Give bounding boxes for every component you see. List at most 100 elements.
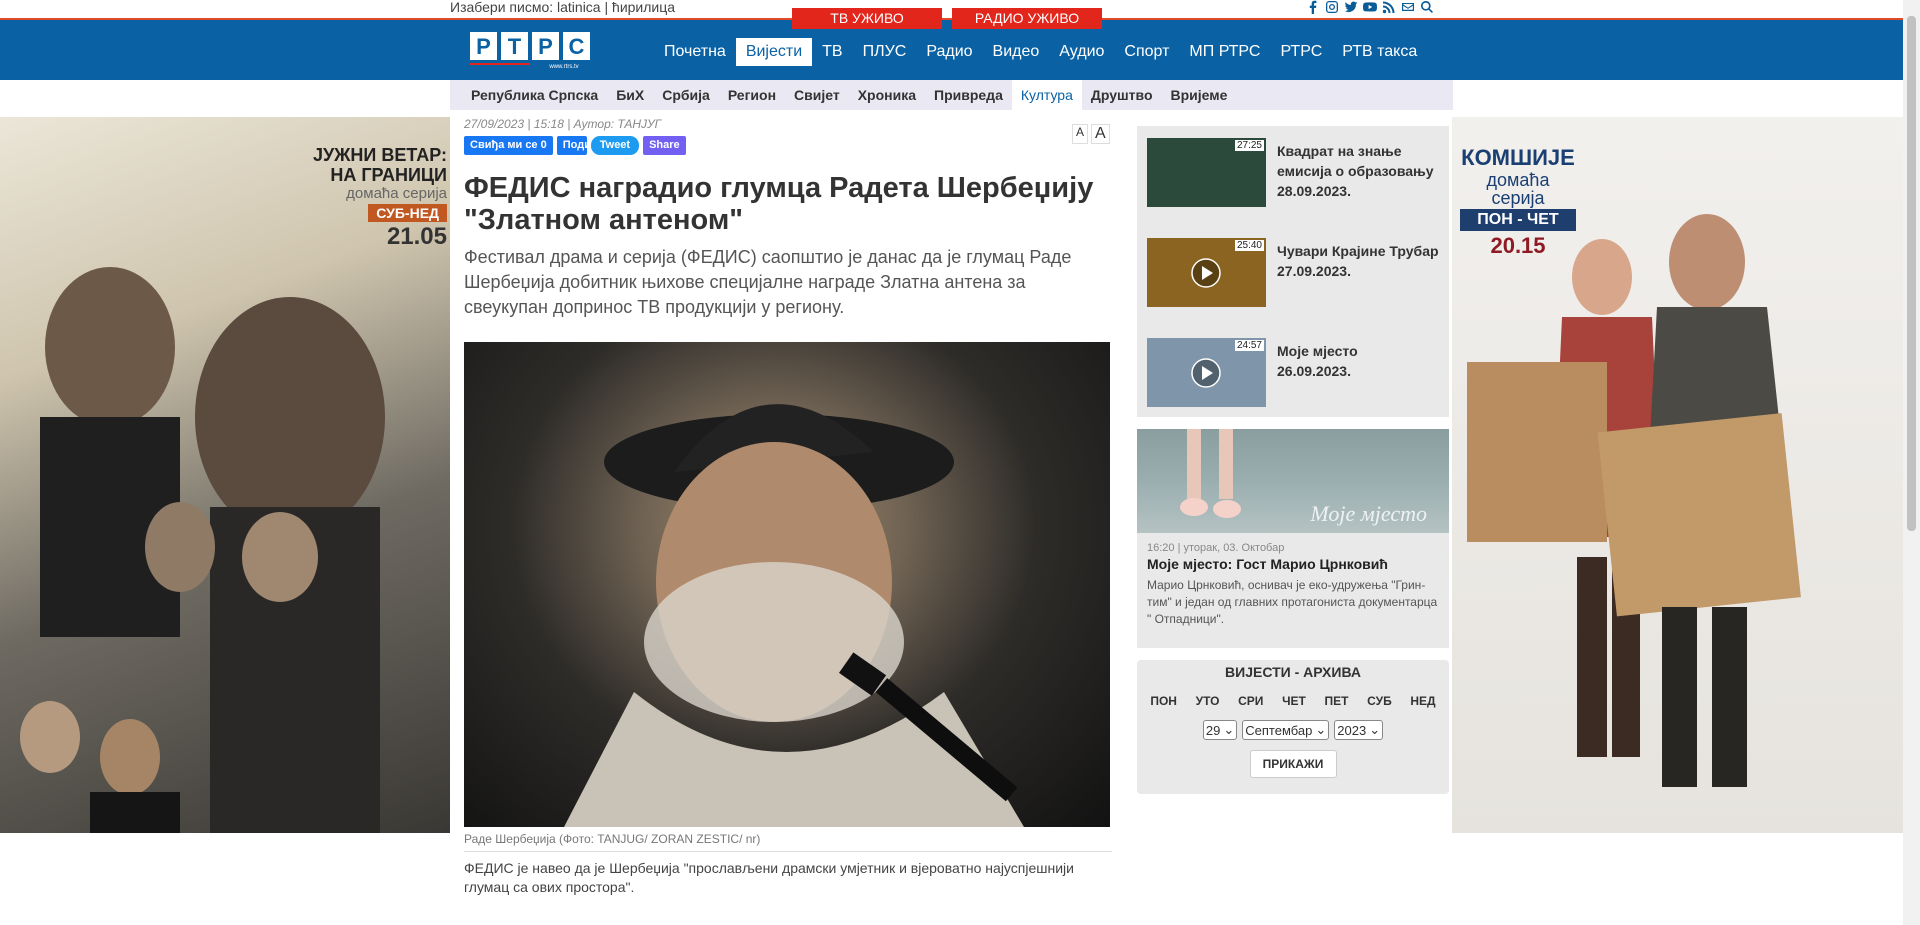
right-ad-time: 20.15 (1490, 233, 1546, 258)
video-list: 27:25 Квадрат на знање емисија о образов… (1137, 126, 1449, 417)
font-decrease-button[interactable]: A (1072, 124, 1089, 144)
archive-weekdays: ПОН УТО СРИ ЧЕТ ПЕТ СУБ НЕД (1137, 680, 1449, 708)
rss-icon[interactable] (1382, 0, 1396, 14)
article: 27/09/2023 | 15:18 | Аутор: ТАНЈУГ Свиђа… (464, 117, 1112, 897)
twitter-icon[interactable] (1344, 0, 1358, 14)
subnav-item-hronika[interactable]: Хроника (849, 80, 925, 110)
logo-letter-1: Р (476, 34, 491, 59)
subnav-item-kultura[interactable]: Култура (1011, 80, 1082, 110)
left-ad-text: ЈУЖНИ ВЕТАР: НА ГРАНИЦИ домаћа серија СУ… (313, 145, 447, 251)
video-item[interactable]: 24:57 Моје мјесто 26.09.2023. (1147, 338, 1439, 438)
facebook-share-button[interactable]: Подијели (556, 136, 587, 155)
promo-card[interactable]: Моје мјесто 16:20 | уторак, 03. Октобар … (1137, 429, 1449, 648)
video-title[interactable]: Квадрат на знање емисија о образовању (1277, 141, 1439, 181)
archive-title: ВИЈЕСТИ - АРХИВА (1225, 664, 1361, 680)
logo-letter-4: С (569, 34, 585, 59)
facebook-icon[interactable] (1306, 0, 1320, 14)
video-date: 26.09.2023. (1277, 363, 1351, 379)
nav-item-pocetna[interactable]: Почетна (654, 38, 736, 66)
video-title[interactable]: Чувари Крајине Трубар (1277, 241, 1439, 261)
article-lead: Фестивал драма и серија (ФЕДИС) саопштио… (464, 247, 1072, 317)
nav-item-sport[interactable]: Спорт (1114, 38, 1179, 66)
video-date: 27.09.2023. (1277, 263, 1351, 279)
nav-item-vijesti[interactable]: Вијести (735, 38, 813, 66)
video-item[interactable]: 25:40 Чувари Крајине Трубар 27.09.2023. (1147, 238, 1439, 338)
weekday-label: СРИ (1238, 694, 1264, 708)
promo-title[interactable]: Моје мјесто: Гост Марио Црнковић (1137, 554, 1449, 572)
article-photo-illustration (564, 404, 1024, 827)
mail-icon[interactable] (1401, 0, 1415, 14)
day-select[interactable]: 29 ⌄ (1202, 720, 1238, 740)
right-ad-banner[interactable]: КОМШИЈЕ домаћа серија ПОН - ЧЕТ 20.15 (1452, 117, 1903, 833)
page-scrollbar[interactable] (1903, 0, 1920, 925)
radio-live-button[interactable]: РАДИО УЖИВО (952, 8, 1102, 29)
rtrs-logo[interactable]: Р Т Р С www.rtrs.tv (468, 30, 595, 70)
tv-live-button[interactable]: ТВ УЖИВО (792, 8, 942, 29)
weekday-label: ПЕТ (1324, 694, 1349, 708)
subnav-item-vrijeme[interactable]: Вријеме (1162, 80, 1237, 110)
logo-letter-3: Р (538, 34, 553, 59)
nav-item-mp-rtrs[interactable]: МП РТРС (1179, 38, 1270, 66)
script-prompt: Изабери писмо: (450, 0, 554, 15)
subnav-item-privreda[interactable]: Привреда (925, 80, 1012, 110)
social-icons (1306, 0, 1434, 14)
day-select-value: 29 (1205, 722, 1221, 738)
subnav-item-svijet[interactable]: Свијет (785, 80, 849, 110)
weekday-label: ЧЕТ (1282, 694, 1306, 708)
video-item[interactable]: 27:25 Квадрат на знање емисија о образов… (1147, 138, 1439, 238)
video-thumbnail[interactable]: 25:40 (1147, 238, 1266, 307)
show-archive-button[interactable]: ПРИКАЖИ (1249, 750, 1337, 778)
play-icon (1191, 358, 1221, 388)
subnav-item-bih[interactable]: БиХ (607, 80, 653, 110)
promo-description: Марио Црнковић, оснивач је еко-удружења … (1147, 578, 1438, 626)
subnav-item-drustvo[interactable]: Друштво (1082, 80, 1162, 110)
weekday-label: СУБ (1367, 694, 1392, 708)
video-title[interactable]: Моје мјесто (1277, 341, 1358, 361)
scrollbar-thumb[interactable] (1907, 16, 1916, 531)
video-thumbnail[interactable]: 24:57 (1147, 338, 1266, 407)
photo-caption: Раде Шербеџија (Фото: TANJUG/ ZORAN ZEST… (464, 832, 1112, 852)
weekday-label: НЕД (1410, 694, 1436, 708)
right-ad-days: ПОН - ЧЕТ (1460, 209, 1576, 231)
subnav-item-republika-srpska[interactable]: Република Српска (462, 80, 607, 110)
left-ad-line2: НА ГРАНИЦИ (330, 165, 447, 185)
right-ad-line2: домаћа серија (1486, 170, 1550, 208)
year-select[interactable]: 2023 ⌄ (1334, 720, 1384, 740)
left-ad-banner[interactable]: ЈУЖНИ ВЕТАР: НА ГРАНИЦИ домаћа серија СУ… (0, 117, 450, 833)
video-duration: 25:40 (1234, 240, 1264, 251)
latin-link[interactable]: latinica (557, 0, 601, 15)
weekday-label: УТО (1195, 694, 1220, 708)
promo-illustration: Моје мјесто (1180, 429, 1427, 526)
left-ad-time: 21.05 (386, 223, 447, 250)
facebook-like-button[interactable]: Свиђа ми се 0 (464, 136, 553, 155)
month-select[interactable]: Септембар ⌄ (1242, 720, 1330, 740)
nav-item-video[interactable]: Видео (983, 38, 1050, 66)
left-ad-days: СУБ-НЕД (368, 204, 447, 222)
font-increase-button[interactable]: A (1091, 124, 1110, 144)
instagram-icon[interactable] (1325, 0, 1339, 14)
video-duration: 27:25 (1234, 140, 1264, 151)
viber-share-button[interactable]: Share (643, 136, 686, 155)
article-photo (464, 342, 1110, 827)
nav-item-rtrs[interactable]: РТРС (1270, 38, 1332, 66)
nav-item-rtv-taksa[interactable]: РТВ такса (1332, 38, 1427, 66)
nav-item-audio[interactable]: Аудио (1049, 38, 1114, 66)
subnav-item-srbija[interactable]: Србија (653, 80, 719, 110)
main-nav: Почетна Вијести ТВ ПЛУС Радио Видео Ауди… (654, 38, 1427, 66)
nav-item-tv[interactable]: ТВ (812, 38, 852, 66)
article-meta: 27/09/2023 | 15:18 | Аутор: ТАНЈУГ (464, 117, 662, 131)
video-thumbnail[interactable]: 27:25 (1147, 138, 1266, 207)
left-ad-line1: ЈУЖНИ ВЕТАР: (312, 145, 447, 165)
chevron-down-icon: ⌄ (1369, 722, 1381, 737)
tweet-button[interactable]: Tweet (590, 136, 640, 155)
search-icon[interactable] (1420, 0, 1434, 14)
subnav-item-region[interactable]: Регион (719, 80, 785, 110)
nav-item-radio[interactable]: Радио (916, 38, 982, 66)
cyrillic-link[interactable]: ћирилица (612, 0, 675, 15)
youtube-icon[interactable] (1363, 0, 1377, 14)
left-ad-line3: домаћа серија (346, 185, 447, 202)
year-select-value: 2023 (1337, 722, 1367, 738)
nav-item-plus[interactable]: ПЛУС (853, 38, 917, 66)
promo-image[interactable]: Моје мјесто (1137, 429, 1449, 533)
rtrs-logo-graphic: Р Т Р С www.rtrs.tv (468, 30, 595, 70)
